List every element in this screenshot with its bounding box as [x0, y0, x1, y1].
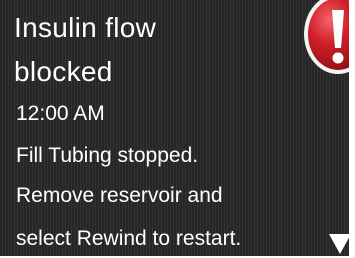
alert-message-line-3: select Rewind to restart. [16, 227, 242, 250]
alert-message-line-2: Remove reservoir and [16, 184, 223, 207]
alert-screen: Insulin flow blocked 12:00 AM Fill Tubin… [0, 0, 349, 256]
exclamation-alert-icon [304, 0, 349, 74]
scroll-down-arrow-icon[interactable] [329, 234, 349, 254]
alert-time: 12:00 AM [16, 102, 105, 125]
screen-edge [349, 0, 355, 258]
alert-message-line-1: Fill Tubing stopped. [16, 144, 199, 167]
alert-title-line-2: blocked [14, 56, 113, 87]
alert-title-line-1: Insulin flow [14, 12, 157, 43]
